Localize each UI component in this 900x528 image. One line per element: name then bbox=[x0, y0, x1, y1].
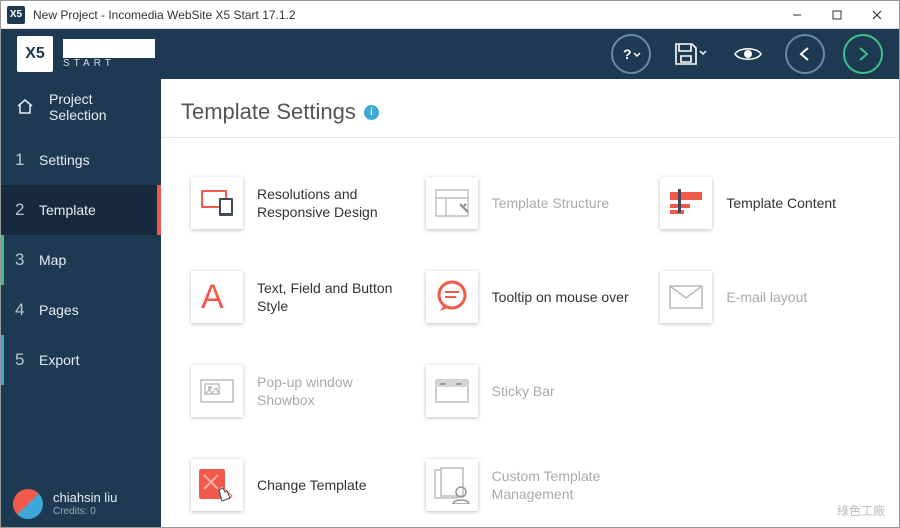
card-label: Resolutions and Responsive Design bbox=[257, 185, 397, 221]
sidebar-item-label: Pages bbox=[39, 302, 79, 318]
card-email[interactable]: E-mail layout bbox=[660, 262, 879, 332]
devices-icon bbox=[191, 177, 243, 229]
sidebar-item-settings[interactable]: 1 Settings bbox=[1, 135, 161, 185]
app-header: X5 WebSite X5 START ? bbox=[1, 29, 899, 79]
sticky-icon bbox=[426, 365, 478, 417]
card-label: Sticky Bar bbox=[492, 382, 555, 400]
avatar bbox=[13, 489, 43, 519]
sidebar-item-label: Template bbox=[39, 202, 96, 218]
step-number: 2 bbox=[15, 200, 39, 220]
sidebar-item-label: ProjectSelection bbox=[49, 91, 107, 123]
change-template-icon bbox=[191, 459, 243, 511]
card-label: Change Template bbox=[257, 476, 366, 494]
email-icon bbox=[660, 271, 712, 323]
card-tooltip[interactable]: Tooltip on mouse over bbox=[426, 262, 645, 332]
brand: WebSite X5 START bbox=[63, 39, 155, 69]
page-header: Template Settings i bbox=[161, 79, 899, 138]
card-sticky[interactable]: Sticky Bar bbox=[426, 356, 645, 426]
logo-badge: X5 bbox=[17, 36, 53, 72]
home-icon bbox=[15, 96, 35, 119]
info-icon[interactable]: i bbox=[364, 105, 379, 120]
card-label: Template Structure bbox=[492, 194, 610, 212]
brand-edition: START bbox=[63, 58, 155, 69]
sidebar-item-label: Export bbox=[39, 352, 79, 368]
titlebar: X5 New Project - Incomedia WebSite X5 St… bbox=[1, 1, 899, 29]
tooltip-icon bbox=[426, 271, 478, 323]
brand-name: WebSite X5 bbox=[63, 39, 155, 58]
back-button[interactable] bbox=[785, 34, 825, 74]
structure-icon bbox=[426, 177, 478, 229]
sidebar-item-label: Settings bbox=[39, 152, 90, 168]
card-label: Tooltip on mouse over bbox=[492, 288, 629, 306]
text-style-icon: A bbox=[191, 271, 243, 323]
sidebar-item-export[interactable]: 5 Export bbox=[1, 335, 161, 385]
card-label: Pop-up window Showbox bbox=[257, 373, 397, 409]
window-title: New Project - Incomedia WebSite X5 Start… bbox=[33, 8, 777, 22]
custom-template-icon bbox=[426, 459, 478, 511]
card-label: Template Content bbox=[726, 194, 836, 212]
sidebar-item-label: Map bbox=[39, 252, 66, 268]
main-panel: Template Settings i Resolutions and Resp… bbox=[161, 79, 899, 527]
save-button[interactable] bbox=[669, 37, 711, 71]
card-label: E-mail layout bbox=[726, 288, 807, 306]
next-button[interactable] bbox=[843, 34, 883, 74]
step-number: 4 bbox=[15, 300, 39, 320]
user-credits: Credits: 0 bbox=[53, 506, 117, 517]
step-number: 5 bbox=[15, 350, 39, 370]
sidebar: ProjectSelection 1 Settings 2 Template 3… bbox=[1, 79, 161, 527]
card-structure[interactable]: Template Structure bbox=[426, 168, 645, 238]
sidebar-item-project-selection[interactable]: ProjectSelection bbox=[1, 79, 161, 135]
step-number: 3 bbox=[15, 250, 39, 270]
card-popup[interactable]: Pop-up window Showbox bbox=[191, 356, 410, 426]
preview-button[interactable] bbox=[729, 40, 767, 68]
page-title: Template Settings bbox=[181, 99, 356, 125]
minimize-button[interactable] bbox=[777, 1, 817, 29]
card-resolutions[interactable]: Resolutions and Responsive Design bbox=[191, 168, 410, 238]
settings-grid: Resolutions and Responsive Design Templa… bbox=[161, 138, 899, 527]
svg-text:?: ? bbox=[623, 46, 632, 62]
step-number: 1 bbox=[15, 150, 39, 170]
help-button[interactable]: ? bbox=[611, 34, 651, 74]
user-name: chiahsin liu bbox=[53, 491, 117, 505]
maximize-button[interactable] bbox=[817, 1, 857, 29]
sidebar-item-pages[interactable]: 4 Pages bbox=[1, 285, 161, 335]
card-content[interactable]: Template Content bbox=[660, 168, 879, 238]
app-icon: X5 bbox=[7, 6, 25, 24]
sidebar-item-map[interactable]: 3 Map bbox=[1, 235, 161, 285]
card-custom[interactable]: Custom Template Management bbox=[426, 450, 645, 520]
card-label: Custom Template Management bbox=[492, 467, 632, 503]
content-icon bbox=[660, 177, 712, 229]
svg-text:A: A bbox=[201, 278, 224, 316]
close-button[interactable] bbox=[857, 1, 897, 29]
card-change[interactable]: Change Template bbox=[191, 450, 410, 520]
user-panel[interactable]: chiahsin liu Credits: 0 bbox=[1, 481, 161, 527]
sidebar-item-template[interactable]: 2 Template bbox=[1, 185, 161, 235]
popup-icon bbox=[191, 365, 243, 417]
card-label: Text, Field and Button Style bbox=[257, 279, 397, 315]
card-textstyle[interactable]: A Text, Field and Button Style bbox=[191, 262, 410, 332]
